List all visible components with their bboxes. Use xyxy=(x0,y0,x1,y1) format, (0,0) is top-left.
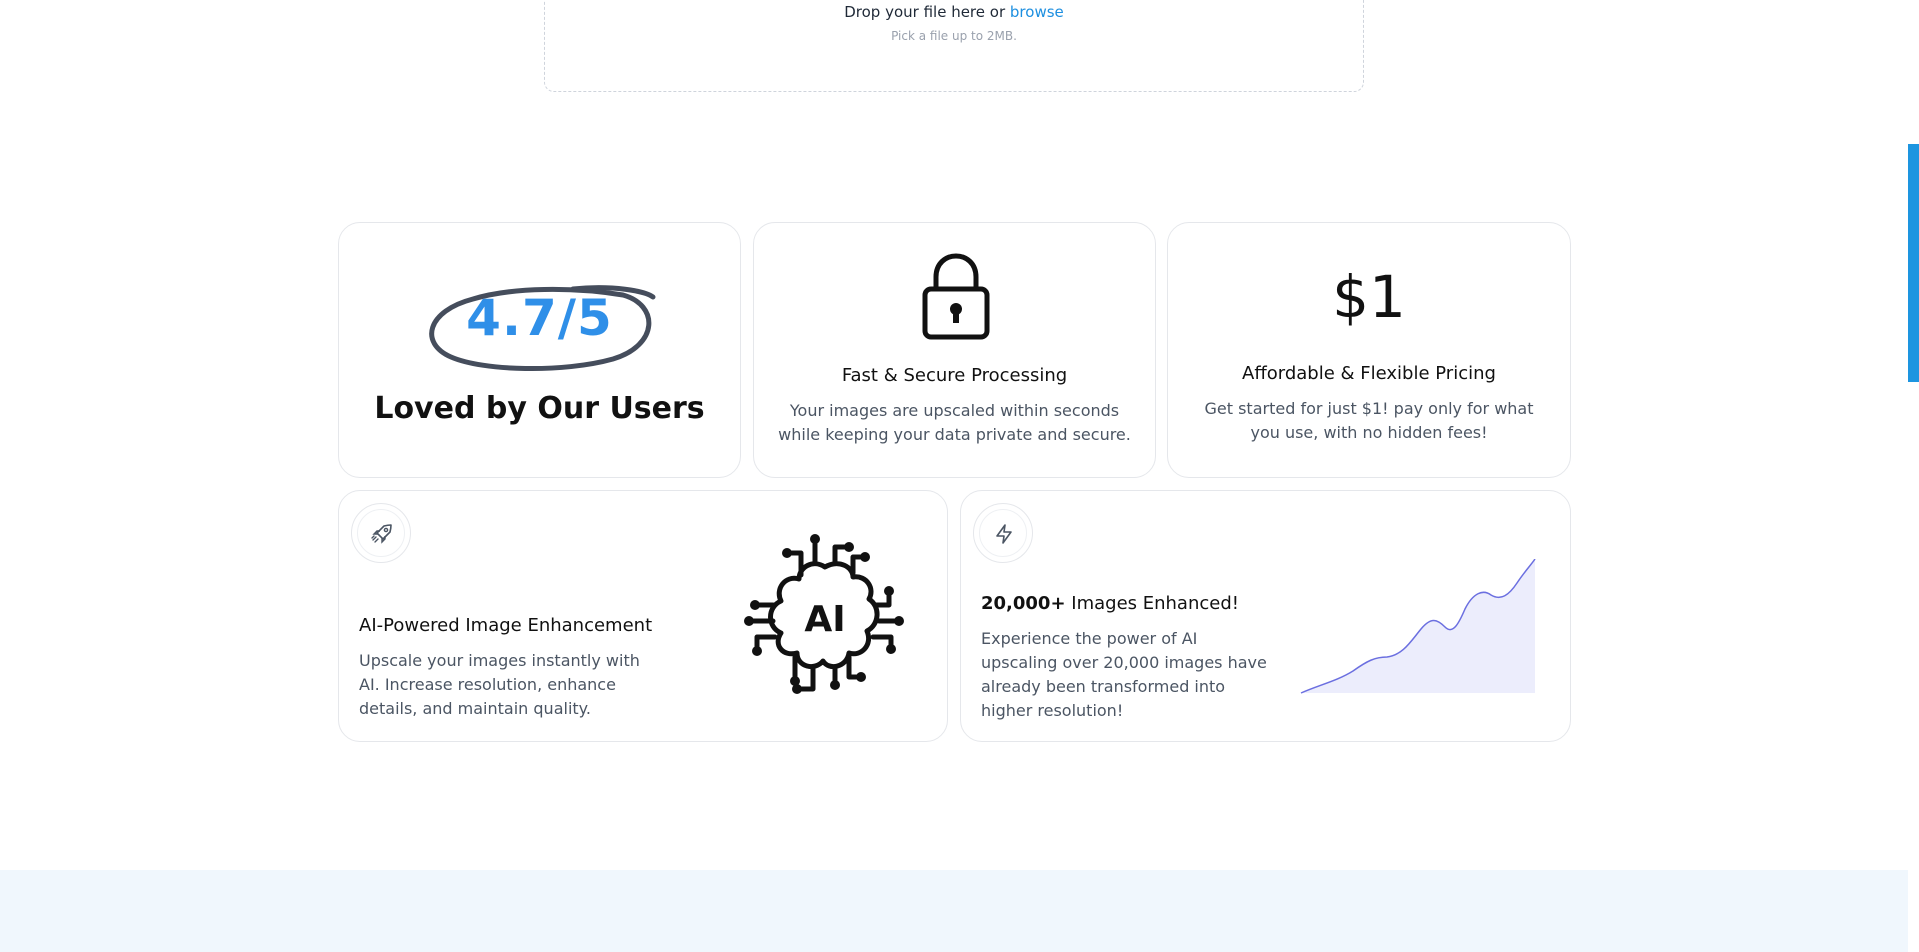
page: Drop your file here or browse Pick a fil… xyxy=(0,0,1919,952)
file-dropzone[interactable]: Drop your file here or browse Pick a fil… xyxy=(544,0,1364,92)
bolt-badge xyxy=(973,503,1033,563)
price-value: $1 xyxy=(1332,263,1406,331)
pricing-card: $1 Affordable & Flexible Pricing Get sta… xyxy=(1167,222,1571,478)
secure-description: Your images are upscaled within seconds … xyxy=(778,401,1131,444)
rocket-icon xyxy=(371,524,392,544)
page-scrollbar[interactable] xyxy=(1908,0,1919,952)
lock-icon xyxy=(922,253,990,340)
dropzone-text: Drop your file here or browse xyxy=(545,3,1363,21)
rocket-badge xyxy=(351,503,411,563)
pricing-description: Get started for just $1! pay only for wh… xyxy=(1204,399,1534,442)
ai-card-title: AI-Powered Image Enhancement xyxy=(359,615,653,636)
ai-card-description: Upscale your images instantly with AI. I… xyxy=(359,651,640,718)
rating-card: 4.7/5 Loved by Our Users xyxy=(338,222,741,478)
ai-brain-icon: AI xyxy=(744,534,904,694)
browse-link[interactable]: browse xyxy=(1010,3,1064,21)
rating-title: Loved by Our Users xyxy=(374,391,705,426)
bottom-section xyxy=(0,870,1908,952)
growth-area-fill xyxy=(1301,559,1535,693)
dropzone-instruction: Drop your file here or xyxy=(844,3,1006,21)
ai-enhancement-card: AI-Powered Image Enhancement Upscale you… xyxy=(338,490,948,742)
secure-card: Fast & Secure Processing Your images are… xyxy=(753,222,1156,478)
pricing-title: Affordable & Flexible Pricing xyxy=(1242,363,1496,384)
bolt-icon xyxy=(996,524,1012,544)
images-enhanced-description: Experience the power of AI upscaling ove… xyxy=(981,629,1267,720)
images-enhanced-label: Images Enhanced! xyxy=(1065,593,1239,614)
images-enhanced-title: 20,000+ Images Enhanced! xyxy=(981,593,1239,614)
rating-value: 4.7/5 xyxy=(466,289,613,347)
ai-label: AI xyxy=(804,599,845,640)
growth-area-chart xyxy=(1300,559,1536,694)
dropzone-hint: Pick a file up to 2MB. xyxy=(891,29,1017,43)
secure-title: Fast & Secure Processing xyxy=(841,365,1068,386)
images-count: 20,000+ xyxy=(981,593,1066,614)
images-enhanced-card: 20,000+ Images Enhanced! Experience the … xyxy=(960,490,1571,742)
scrollbar-thumb[interactable] xyxy=(1908,144,1919,382)
